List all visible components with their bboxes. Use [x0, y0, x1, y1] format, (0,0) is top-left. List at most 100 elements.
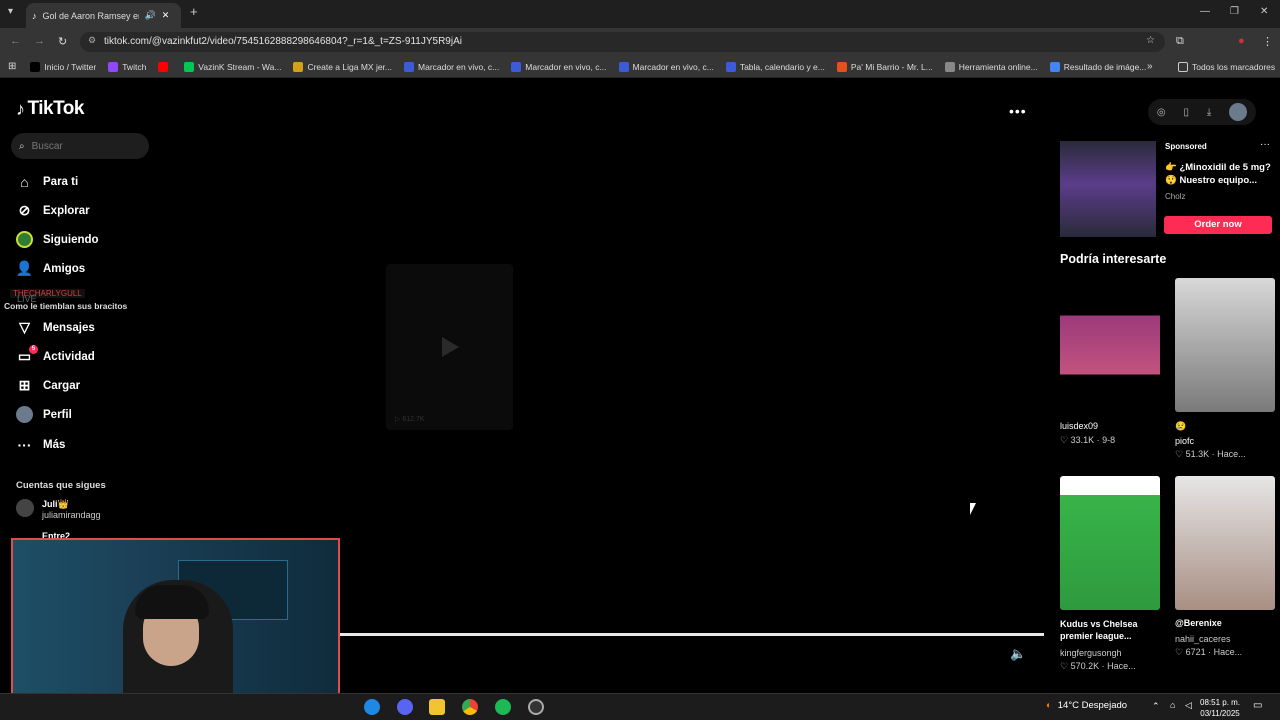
bookmarks-bar: ⊞ Inicio / Twitter Twitch VazinK Stream - …: [0, 56, 1280, 78]
rec-user[interactable]: kingfergusongh: [1060, 648, 1122, 658]
nav-label: Perfil: [43, 408, 72, 421]
folder-icon: [1178, 61, 1188, 72]
bookmark-item[interactable]: Pa' Mi Barrio - Mr. L...: [836, 61, 933, 72]
webcam-hair: [135, 585, 209, 619]
video-progress-bar[interactable]: [340, 633, 1044, 636]
bookmark-item[interactable]: Herramienta online...: [944, 61, 1038, 72]
back-icon[interactable]: ←: [10, 35, 21, 47]
speaker-icon[interactable]: ◁: [1185, 700, 1192, 711]
new-tab-icon[interactable]: +: [190, 4, 198, 19]
nav-actividad[interactable]: ▭ 5 Actividad: [16, 345, 95, 365]
ad-thumbnail[interactable]: [1060, 141, 1156, 237]
weather-widget[interactable]: ◐ 14°C Despejado: [1046, 700, 1127, 711]
nav-label: Explorar: [43, 204, 90, 217]
nav-perfil[interactable]: Perfil: [16, 406, 72, 423]
spotify-icon[interactable]: [495, 699, 511, 715]
rec-thumbnail-1[interactable]: [1060, 278, 1160, 412]
nav-para-ti[interactable]: ⌂ Para ti: [16, 173, 78, 190]
video-more-options-icon[interactable]: •••: [1009, 103, 1027, 119]
nav-label: Cargar: [43, 379, 81, 392]
user-avatar[interactable]: [1229, 103, 1248, 121]
search-placeholder: Buscar: [31, 140, 63, 152]
ad-more-icon[interactable]: ···: [1260, 139, 1270, 150]
notifications-icon[interactable]: ▭: [1253, 700, 1262, 711]
bookmark-item[interactable]: [158, 61, 172, 72]
tab-list-icon[interactable]: ▾: [8, 6, 13, 17]
bookmark-label: Marcador en vivo, c...: [418, 61, 500, 72]
edge-icon[interactable]: [364, 699, 380, 715]
rec-date: Hace...: [1107, 661, 1136, 671]
site-info-icon[interactable]: ⚙: [88, 35, 96, 46]
taskbar-clock[interactable]: 08:51 p. m. 03/11/2025: [1200, 697, 1240, 719]
bookmark-item[interactable]: Marcador en vivo, c...: [511, 61, 607, 72]
search-input[interactable]: ⌕ Buscar: [11, 133, 149, 159]
clock-date: 03/11/2025: [1200, 709, 1240, 718]
window-close-icon[interactable]: ✕: [1260, 6, 1268, 17]
bookmark-item[interactable]: Resultado de imáge...: [1049, 61, 1146, 72]
tab-close-icon[interactable]: ✕: [162, 10, 170, 21]
bookmark-item[interactable]: Twitch: [108, 61, 146, 72]
bookmark-item[interactable]: Tabla, calendario y e...: [725, 61, 825, 72]
minimize-icon[interactable]: —: [1200, 6, 1210, 17]
order-now-button[interactable]: Order now: [1164, 216, 1272, 234]
bookmark-star-icon[interactable]: ☆: [1146, 35, 1155, 46]
device-icon[interactable]: ▯: [1183, 107, 1189, 118]
play-icon[interactable]: [442, 337, 459, 357]
rec-thumbnail-2[interactable]: [1175, 278, 1275, 412]
bookmark-item[interactable]: Create a Liga MX jer...: [293, 61, 392, 72]
overlay-caption: Como le tiemblan sus bracitos: [4, 301, 128, 311]
apps-icon[interactable]: ⊞: [8, 61, 16, 72]
nav-mas[interactable]: ··· Más: [16, 436, 66, 453]
more-icon: ···: [17, 436, 32, 453]
avatar: [16, 499, 34, 517]
coin-icon[interactable]: ◎: [1157, 107, 1166, 118]
browser-tab[interactable]: ♪ Gol de Aaron Ramsey en Pu 🔊 ✕: [26, 3, 181, 28]
ad-title[interactable]: 👉 ¿Minoxidil de 5 mg? 😲 Nuestro equipo..…: [1165, 161, 1275, 187]
bookmark-item[interactable]: Marcador en vivo, c...: [618, 61, 714, 72]
bookmark-item[interactable]: Marcador en vivo, c...: [404, 61, 500, 72]
friends-icon: 👤: [15, 260, 34, 276]
profile-avatar-icon: [16, 406, 33, 423]
rec-user[interactable]: nahii_caceres: [1175, 634, 1231, 644]
more-bookmarks-icon[interactable]: »: [1147, 61, 1153, 72]
rec-title[interactable]: @Berenixe: [1175, 618, 1222, 628]
obs-icon[interactable]: [528, 699, 544, 715]
audio-icon[interactable]: 🔊: [145, 10, 156, 21]
all-bookmarks[interactable]: Todos los marcadores: [1178, 61, 1275, 72]
rec-date: Hace...: [1213, 647, 1243, 657]
video-player[interactable]: ▷ 612.7K: [386, 264, 513, 430]
nav-siguiendo[interactable]: Siguiendo: [16, 231, 99, 248]
rec-title[interactable]: Kudus vs Chelsea premier league...: [1060, 618, 1170, 642]
bookmark-favicon-icon: [836, 61, 847, 72]
rec-thumbnail-3[interactable]: [1060, 476, 1160, 610]
network-icon[interactable]: ⌂: [1170, 700, 1175, 710]
tray-chevron-icon[interactable]: ⌃: [1152, 701, 1160, 712]
menu-icon[interactable]: ⋮: [1262, 35, 1273, 48]
maximize-icon[interactable]: ❐: [1230, 6, 1239, 17]
nav-cargar[interactable]: ⊞ Cargar: [16, 377, 80, 394]
following-title: Cuentas que sigues: [16, 480, 106, 491]
rec-user[interactable]: piofc: [1175, 436, 1194, 446]
rec-user[interactable]: luisdex09: [1060, 421, 1098, 431]
volume-icon[interactable]: 🔈: [1010, 646, 1026, 662]
reload-icon[interactable]: ↻: [58, 35, 67, 48]
nav-amigos[interactable]: 👤 Amigos: [16, 260, 85, 277]
bookmark-item[interactable]: VazinK Stream - Wa...: [184, 61, 281, 72]
chrome-icon[interactable]: [462, 699, 478, 715]
nav-explorar[interactable]: ⊘ Explorar: [16, 202, 90, 219]
nav-label: Siguiendo: [43, 233, 99, 246]
nav-mensajes[interactable]: ▽ Mensajes: [16, 319, 95, 336]
file-explorer-icon[interactable]: [429, 699, 445, 715]
address-bar-row: ← → ↻ ⚙ tiktok.com/@vazinkfut2/video/754…: [0, 28, 1280, 56]
rec-date: 9-8: [1102, 435, 1116, 445]
bookmark-item[interactable]: Inicio / Twitter: [30, 61, 96, 72]
following-item[interactable]: Juli👑 juliamirandagg: [16, 499, 101, 520]
profile-icon[interactable]: ●: [1238, 35, 1245, 47]
download-icon[interactable]: ⤓: [1207, 107, 1211, 118]
discord-icon[interactable]: [397, 699, 413, 715]
tiktok-logo[interactable]: ♪ TikTok: [16, 98, 84, 120]
url-field[interactable]: ⚙ tiktok.com/@vazinkfut2/video/754516288…: [80, 32, 1165, 52]
forward-icon[interactable]: →: [34, 35, 45, 47]
extensions-icon[interactable]: ⧉: [1176, 35, 1184, 48]
rec-thumbnail-4[interactable]: [1175, 476, 1275, 610]
